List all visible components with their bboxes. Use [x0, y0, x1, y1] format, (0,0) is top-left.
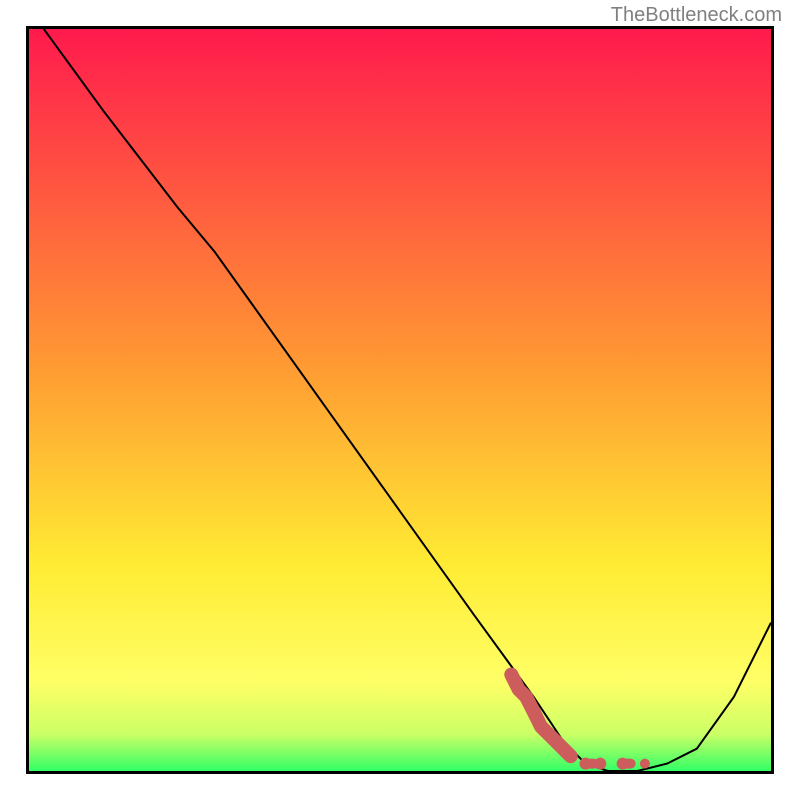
- chart-curve-layer: [29, 29, 771, 771]
- bottleneck-curve-line: [44, 29, 771, 771]
- watermark-text: TheBottleneck.com: [611, 4, 782, 27]
- chart-plot-area: [26, 26, 774, 774]
- highlighted-region-markers: [511, 675, 650, 770]
